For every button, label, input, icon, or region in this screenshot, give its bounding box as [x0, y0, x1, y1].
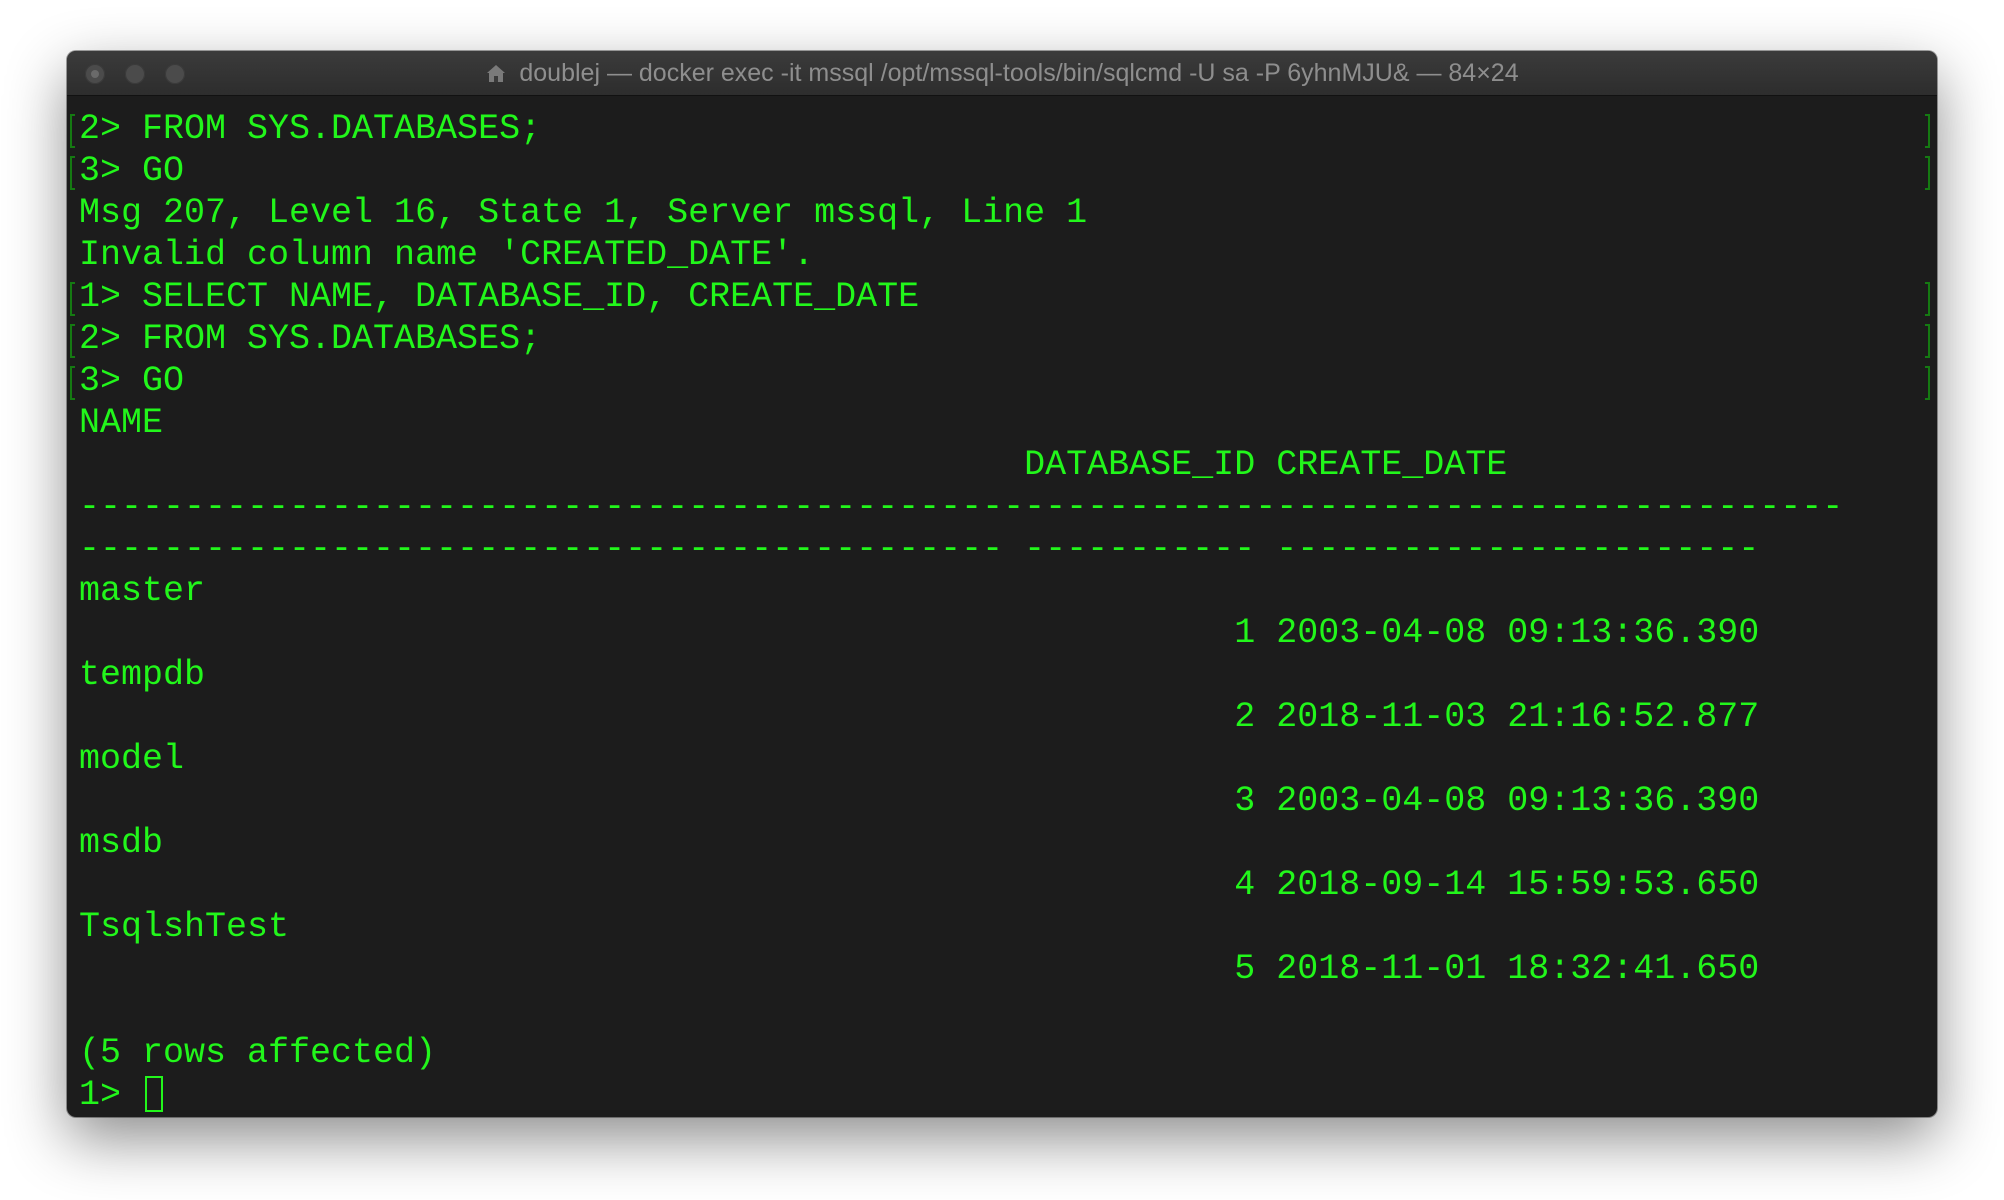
terminal-line: Msg 207, Level 16, State 1, Server mssql… — [79, 193, 1088, 233]
terminal-line: Invalid column name 'CREATED_DATE'. — [79, 235, 815, 275]
terminal-line: tempdb — [79, 655, 206, 695]
mark-bracket-right — [1925, 282, 1930, 316]
terminal-line: (5 rows affected) — [79, 1033, 437, 1073]
terminal-line: 2> FROM SYS.DATABASES; — [79, 319, 542, 359]
title-bar[interactable]: doublej — docker exec -it mssql /opt/mss… — [67, 51, 1937, 96]
terminal-content[interactable]: 2> FROM SYS.DATABASES; 3> GO Msg 207, Le… — [67, 96, 1937, 1117]
terminal-line: ----------------------------------------… — [79, 529, 1760, 569]
mark-bracket-right — [1925, 156, 1930, 190]
terminal-line: 1 2003-04-08 09:13:36.390 — [79, 613, 1760, 653]
terminal-line: master — [79, 571, 206, 611]
home-folder-icon — [487, 65, 506, 82]
terminal-line: msdb — [79, 823, 164, 863]
mark-bracket-left — [70, 156, 75, 190]
mark-bracket-left — [70, 324, 75, 358]
terminal-line: model — [79, 739, 185, 779]
terminal-line: 3> GO — [79, 151, 185, 191]
terminal-line: 3 2003-04-08 09:13:36.390 — [79, 781, 1760, 821]
text-cursor — [145, 1076, 164, 1112]
mark-bracket-left — [70, 282, 75, 316]
window-title-text: doublej — docker exec -it mssql /opt/mss… — [519, 59, 1519, 87]
mark-bracket-right — [1925, 366, 1930, 400]
mark-bracket-left — [70, 114, 75, 148]
mark-bracket-right — [1925, 324, 1930, 358]
terminal-line: ----------------------------------------… — [79, 487, 1844, 527]
terminal-line: DATABASE_ID CREATE_DATE — [79, 445, 1508, 485]
terminal-line: 2> FROM SYS.DATABASES; — [79, 109, 542, 149]
terminal-line: TsqlshTest — [79, 907, 290, 947]
terminal-line: 5 2018-11-01 18:32:41.650 — [79, 949, 1760, 989]
prompt-line[interactable]: 1> — [79, 1074, 164, 1116]
terminal-line: 3> GO — [79, 361, 185, 401]
mark-bracket-right — [1925, 114, 1930, 148]
window-title: doublej — docker exec -it mssql /opt/mss… — [67, 51, 1937, 95]
prompt-text: 1> — [79, 1075, 143, 1115]
terminal-line: NAME — [79, 403, 164, 443]
terminal-line: 1> SELECT NAME, DATABASE_ID, CREATE_DATE — [79, 277, 920, 317]
terminal-line: 2 2018-11-03 21:16:52.877 — [79, 697, 1760, 737]
mark-bracket-left — [70, 366, 75, 400]
terminal-window: doublej — docker exec -it mssql /opt/mss… — [67, 51, 1937, 1117]
terminal-line: 4 2018-09-14 15:59:53.650 — [79, 865, 1760, 905]
